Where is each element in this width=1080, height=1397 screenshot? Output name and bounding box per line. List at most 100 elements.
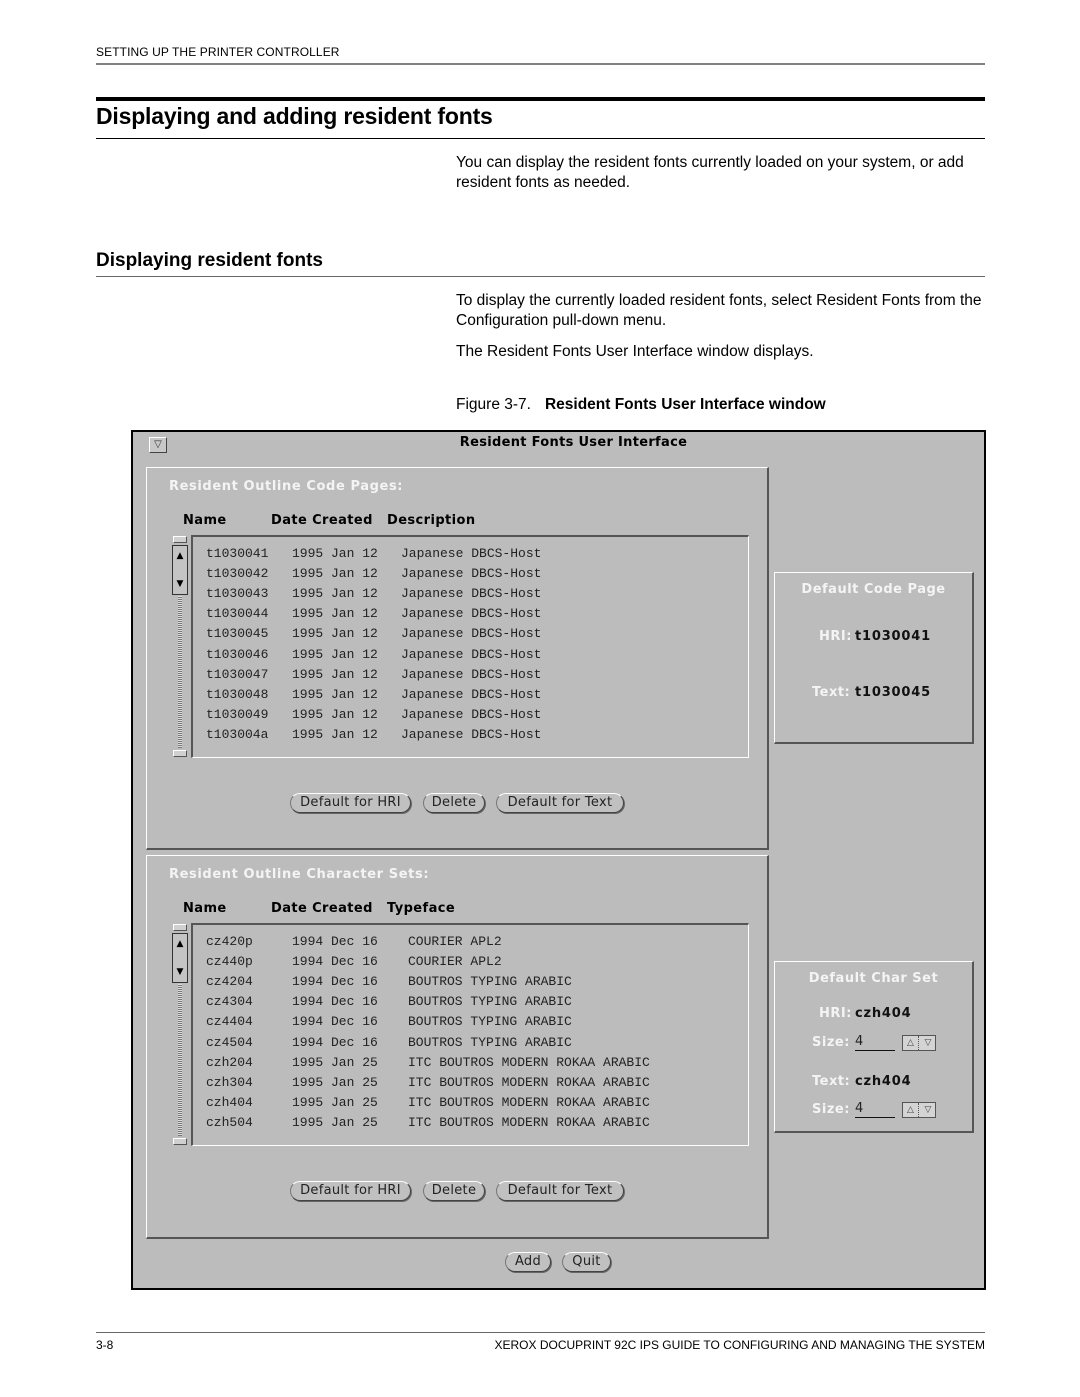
list-item[interactable]: t1030046 1995 Jan 12 Japanese DBCS-Host xyxy=(193,647,748,667)
hri-size-input[interactable]: 4 xyxy=(855,1035,895,1051)
quit-button[interactable]: Quit xyxy=(562,1252,611,1272)
col-date-created: Date Created xyxy=(271,513,373,528)
date-cell: 1994 Dec 16 xyxy=(292,974,378,990)
hri-code-page-value: t1030041 xyxy=(855,629,931,644)
header-rule xyxy=(96,63,985,65)
code-pages-list[interactable]: t1030041 1995 Jan 12 Japanese DBCS-Host t10… xyxy=(191,535,749,758)
date-cell: 1995 Jan 12 xyxy=(292,606,378,622)
name-cell: cz4304 xyxy=(206,994,253,1010)
intro-paragraph: You can display the resident fonts curre… xyxy=(456,154,964,191)
add-button[interactable]: Add xyxy=(505,1252,551,1272)
name-cell: cz4504 xyxy=(206,1034,253,1050)
spin-down-icon[interactable]: ▽ xyxy=(920,1036,936,1050)
code-page-default-hri-button[interactable]: Default for HRI xyxy=(290,793,411,813)
spin-up-icon[interactable]: △ xyxy=(903,1036,919,1050)
title-bottom-rule xyxy=(96,138,985,139)
scroll-track[interactable] xyxy=(178,984,182,1136)
char-set-delete-button[interactable]: Delete xyxy=(423,1181,485,1201)
description-cell: Japanese DBCS-Host xyxy=(401,566,542,582)
description-cell: BOUTROS TYPING ARABIC xyxy=(408,1034,572,1050)
description-cell: ITC BOUTROS MODERN ROKAA ARABIC xyxy=(408,1054,650,1070)
list-item[interactable]: t1030049 1995 Jan 12 Japanese DBCS-Host xyxy=(193,707,748,727)
description-cell: ITC BOUTROS MODERN ROKAA ARABIC xyxy=(408,1094,650,1110)
description-cell: Japanese DBCS-Host xyxy=(401,626,542,642)
scroll-up-arrow-icon[interactable]: ▲ xyxy=(173,548,187,564)
resident-fonts-window: ▽ Resident Fonts User Interface Resident… xyxy=(131,430,986,1290)
char-set-default-text-button[interactable]: Default for Text xyxy=(496,1181,624,1201)
description-cell: Japanese DBCS-Host xyxy=(401,586,542,602)
date-cell: 1995 Jan 12 xyxy=(292,666,378,682)
scroll-track[interactable] xyxy=(178,596,182,748)
hri-label: HRI: xyxy=(819,629,852,644)
name-cell: czh404 xyxy=(206,1094,253,1110)
code-pages-panel: Resident Outline Code Pages: Name Date C… xyxy=(146,467,769,850)
list-item[interactable]: czh304 1995 Jan 25 ITC BOUTROS MODERN ROKA… xyxy=(193,1075,748,1095)
list-item[interactable]: czh504 1995 Jan 25 ITC BOUTROS MODERN ROKA… xyxy=(193,1115,748,1135)
list-item[interactable]: t1030047 1995 Jan 12 Japanese DBCS-Host xyxy=(193,667,748,687)
scroll-down-arrow-icon[interactable]: ▼ xyxy=(173,964,187,980)
list-item[interactable]: czh404 1995 Jan 25 ITC BOUTROS MODERN ROKA… xyxy=(193,1095,748,1115)
name-cell: t1030043 xyxy=(206,586,269,602)
list-item[interactable]: cz4304 1994 Dec 16 BOUTROS TYPING ARABIC xyxy=(193,994,748,1014)
date-cell: 1995 Jan 12 xyxy=(292,566,378,582)
char-set-default-hri-button[interactable]: Default for HRI xyxy=(290,1181,411,1201)
date-cell: 1995 Jan 12 xyxy=(292,686,378,702)
code-page-delete-button[interactable]: Delete xyxy=(423,793,485,813)
date-cell: 1994 Dec 16 xyxy=(292,1034,378,1050)
name-cell: t1030044 xyxy=(206,606,269,622)
code-page-default-text-button[interactable]: Default for Text xyxy=(496,793,624,813)
name-cell: t1030042 xyxy=(206,566,269,582)
scroll-top-cap[interactable] xyxy=(173,536,187,543)
scroll-top-cap[interactable] xyxy=(173,924,187,931)
char-sets-scrollbar[interactable]: ▲ ▼ xyxy=(172,924,190,1146)
list-item[interactable]: t1030043 1995 Jan 12 Japanese DBCS-Host xyxy=(193,586,748,606)
list-item[interactable]: t1030048 1995 Jan 12 Japanese DBCS-Host xyxy=(193,687,748,707)
description-cell: COURIER APL2 xyxy=(408,954,502,970)
list-item[interactable]: cz4204 1994 Dec 16 BOUTROS TYPING ARABIC xyxy=(193,974,748,994)
description-cell: Japanese DBCS-Host xyxy=(401,606,542,622)
figure-label: Figure 3-7. xyxy=(456,396,531,413)
name-cell: cz4204 xyxy=(206,974,253,990)
description-cell: ITC BOUTROS MODERN ROKAA ARABIC xyxy=(408,1074,650,1090)
list-item[interactable]: t1030042 1995 Jan 12 Japanese DBCS-Host xyxy=(193,566,748,586)
list-item[interactable]: czh204 1995 Jan 25 ITC BOUTROS MODERN ROKA… xyxy=(193,1055,748,1075)
name-cell: t1030048 xyxy=(206,686,269,702)
instruction-paragraph: To display the currently loaded resident… xyxy=(456,292,982,329)
scroll-bottom-cap[interactable] xyxy=(173,750,187,757)
list-item[interactable]: cz4404 1994 Dec 16 BOUTROS TYPING ARABIC xyxy=(193,1014,748,1034)
date-cell: 1994 Dec 16 xyxy=(292,1014,378,1030)
list-item[interactable]: t1030045 1995 Jan 12 Japanese DBCS-Host xyxy=(193,626,748,646)
footer-rule xyxy=(96,1332,985,1333)
scroll-bottom-cap[interactable] xyxy=(173,1138,187,1145)
list-item[interactable]: cz420p 1994 Dec 16 COURIER APL2 xyxy=(193,934,748,954)
spin-up-icon[interactable]: △ xyxy=(903,1103,919,1117)
scroll-down-arrow-icon[interactable]: ▼ xyxy=(173,576,187,592)
list-item[interactable]: t103004a 1995 Jan 12 Japanese DBCS-Host xyxy=(193,727,748,747)
page-number: 3-8 xyxy=(96,1338,114,1352)
name-cell: t1030049 xyxy=(206,706,269,722)
char-sets-list[interactable]: cz420p 1994 Dec 16 COURIER APL2 cz440p 1994 … xyxy=(191,923,749,1146)
description-cell: BOUTROS TYPING ARABIC xyxy=(408,1014,572,1030)
date-cell: 1995 Jan 25 xyxy=(292,1114,378,1130)
char-sets-title: Resident Outline Character Sets: xyxy=(169,867,430,882)
list-item[interactable]: t1030044 1995 Jan 12 Japanese DBCS-Host xyxy=(193,606,748,626)
list-item[interactable]: t1030041 1995 Jan 12 Japanese DBCS-Host xyxy=(193,546,748,566)
list-item[interactable]: cz4504 1994 Dec 16 BOUTROS TYPING ARABIC xyxy=(193,1035,748,1055)
default-char-set-panel: Default Char Set HRI: czh404 Size: 4 △ ▽… xyxy=(774,961,974,1133)
col-name: Name xyxy=(183,513,227,528)
name-cell: czh204 xyxy=(206,1054,253,1070)
text-size-input[interactable]: 4 xyxy=(855,1102,895,1118)
char-sets-panel: Resident Outline Character Sets: Name Da… xyxy=(146,855,769,1239)
scroll-up-arrow-icon[interactable]: ▲ xyxy=(173,936,187,952)
list-item[interactable]: cz440p 1994 Dec 16 COURIER APL2 xyxy=(193,954,748,974)
description-cell: Japanese DBCS-Host xyxy=(401,666,542,682)
code-pages-scrollbar[interactable]: ▲ ▼ xyxy=(172,536,190,758)
name-cell: cz4404 xyxy=(206,1014,253,1030)
footer-title: XEROX DOCUPRINT 92C IPS GUIDE TO CONFIGU… xyxy=(494,1338,985,1352)
section-top-rule xyxy=(96,97,985,101)
date-cell: 1994 Dec 16 xyxy=(292,994,378,1010)
figure-caption: Figure 3-7. Resident Fonts User Interface… xyxy=(456,396,826,414)
description-cell: Japanese DBCS-Host xyxy=(401,726,542,742)
name-cell: cz440p xyxy=(206,954,253,970)
spin-down-icon[interactable]: ▽ xyxy=(920,1103,936,1117)
